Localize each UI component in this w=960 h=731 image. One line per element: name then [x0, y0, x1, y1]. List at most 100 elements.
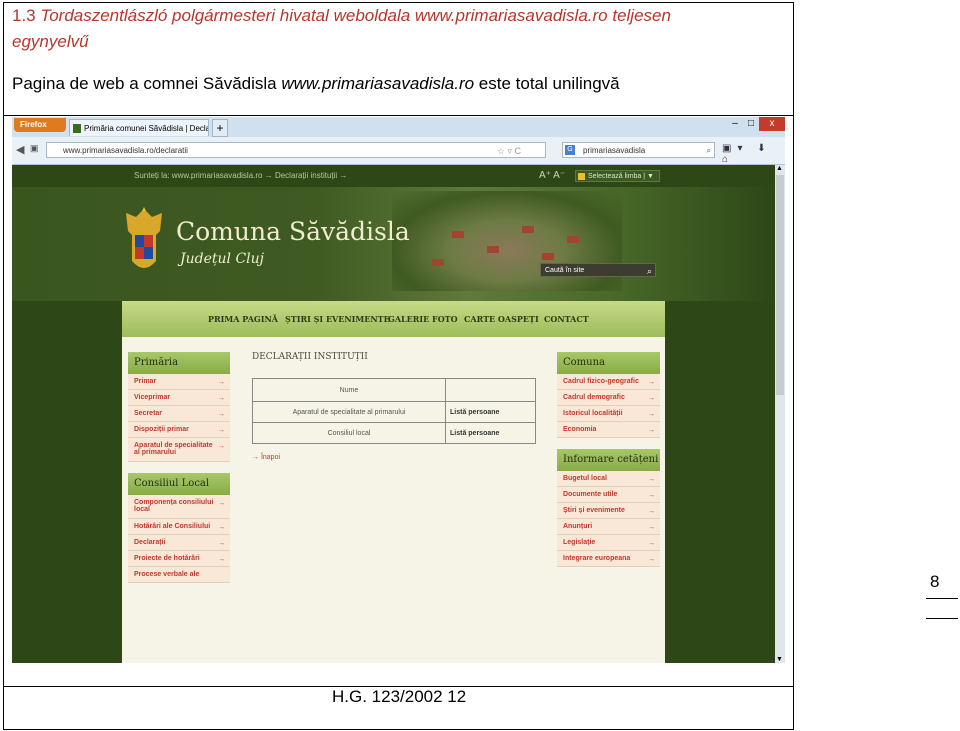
table-link[interactable]: Listă persoane: [445, 401, 536, 423]
reload-icon[interactable]: ☆ ▿ C: [497, 143, 521, 159]
menu-item-news[interactable]: ȘTIRI ȘI EVENIMENTE: [285, 314, 390, 324]
sidebar-link[interactable]: Cadrul fizico-geografic →: [557, 374, 660, 390]
toolbar-icons[interactable]: ▣▾ ⬇ ⌂: [722, 143, 785, 165]
nav-toolbar: ◀ ▣ www.primariasavadisla.ro/declaratii ☆…: [12, 137, 785, 165]
arrow-right-icon: →: [218, 395, 225, 402]
scroll-up-icon[interactable]: ▲: [776, 165, 783, 172]
sidebar-link[interactable]: Proiecte de hotărâri →: [128, 551, 230, 567]
roof-shape: [487, 246, 499, 253]
browser-tab[interactable]: Primăria comunei Săvădisla | Declarații …: [69, 119, 209, 136]
sidebar-heading: Comuna: [557, 352, 660, 374]
arrow-right-icon: →: [218, 427, 225, 434]
address-bar[interactable]: www.primariasavadisla.ro/declaratii ☆ ▿ C: [46, 142, 546, 158]
sidebar-link-label: Știri și evenimente: [563, 507, 625, 514]
main-menu: PRIMA PAGINĂ ȘTIRI ȘI EVENIMENTE GALERIE…: [122, 301, 665, 337]
section-heading: 1.3 Tordaszentlászló polgármesteri hivat…: [12, 6, 671, 26]
sidebar-link[interactable]: Cadrul demografic →: [557, 390, 660, 406]
arrow-right-icon: →: [218, 500, 225, 507]
font-size-controls[interactable]: A⁺ A⁻: [539, 165, 565, 187]
sidebar-link[interactable]: Secretar →: [128, 406, 230, 422]
sidebar-link[interactable]: Dispoziții primar →: [128, 422, 230, 438]
scroll-thumb[interactable]: [776, 175, 784, 395]
arrow-right-icon: →: [218, 524, 225, 531]
arrow-right-icon: →: [218, 556, 225, 563]
coat-of-arms-icon: [126, 207, 162, 268]
new-tab-button[interactable]: +: [212, 119, 228, 137]
favicon-icon: [73, 124, 81, 133]
sidebar-link[interactable]: Legislație →: [557, 535, 660, 551]
sidebar-heading: Primăria: [128, 352, 230, 374]
back-arrow-icon[interactable]: ◀: [16, 143, 24, 156]
roof-shape: [432, 259, 444, 266]
arrow-right-icon: →: [648, 540, 655, 547]
sidebar-link[interactable]: Viceprimar →: [128, 390, 230, 406]
search-icon[interactable]: ⌕: [707, 143, 711, 159]
arrow-right-icon: →: [648, 476, 655, 483]
sidebar-link[interactable]: Componența consiliului local →: [128, 495, 230, 519]
sidebar-box-comuna: Comuna Cadrul fizico-geografic → Cadrul d…: [557, 352, 660, 438]
table-row: Aparatul de specialitate al primarului Li…: [252, 401, 536, 423]
right-sidebar: Comuna Cadrul fizico-geografic → Cadrul d…: [557, 352, 660, 578]
arrow-right-icon: →: [218, 379, 225, 386]
arrow-right-icon: →: [648, 556, 655, 563]
table-header: Nume: [252, 378, 446, 402]
sidebar-link[interactable]: Istoricul localității →: [557, 406, 660, 422]
arrow-right-icon: →: [648, 411, 655, 418]
sidebar-link[interactable]: Hotărâri ale Consiliului →: [128, 519, 230, 535]
sidebar-link-label: Primar: [134, 378, 157, 385]
site-topbar: Sunteți la: www.primariasavadisla.ro → D…: [12, 165, 775, 187]
site-search-placeholder: Caută în site: [545, 267, 585, 274]
table-cell: Consiliul local: [252, 422, 446, 444]
search-box[interactable]: Gprimariasavadisla ⌕: [562, 142, 715, 158]
arrow-right-icon: →: [252, 454, 261, 461]
close-window-button[interactable]: x: [759, 117, 785, 131]
sidebar-link[interactable]: Știri și evenimente →: [557, 503, 660, 519]
section-title: Tordaszentlászló polgármesteri hivatal w…: [40, 6, 671, 25]
table-link[interactable]: Listă persoane: [445, 422, 536, 444]
site-content: PRIMA PAGINĂ ȘTIRI ȘI EVENIMENTE GALERIE…: [122, 301, 665, 663]
window-controls: – □ x: [727, 117, 785, 133]
vertical-scrollbar[interactable]: ▲ ▼: [775, 165, 785, 663]
home-icon[interactable]: ▣: [30, 143, 39, 154]
breadcrumb[interactable]: Sunteți la: www.primariasavadisla.ro → D…: [134, 165, 347, 187]
menu-item-guestbook[interactable]: CARTE OASPEȚI: [464, 314, 539, 324]
romanian-line: Pagina de web a comnei Săvădisla www.pri…: [12, 74, 620, 94]
site-subtitle: Județul Cluj: [180, 251, 264, 267]
sidebar-heading: Consiliul Local: [128, 473, 230, 495]
sidebar-link-label: Bugetul local: [563, 475, 607, 482]
website: Sunteți la: www.primariasavadisla.ro → D…: [12, 165, 775, 663]
language-select[interactable]: Selectează limba | ▼: [575, 170, 660, 182]
sidebar-link-label: Declarații: [134, 539, 166, 546]
main-content: DECLARAȚII INSTITUȚII Nume Aparatul de s…: [252, 352, 552, 461]
menu-item-gallery[interactable]: GALERIE FOTO: [388, 314, 458, 324]
sidebar-link[interactable]: Integrare europeana →: [557, 551, 660, 567]
sidebar-link[interactable]: Declarații →: [128, 535, 230, 551]
sidebar-link[interactable]: Anunțuri →: [557, 519, 660, 535]
sidebar-link-label: Procese verbale ale: [134, 571, 200, 578]
roof-shape: [542, 253, 554, 260]
sidebar-link[interactable]: Primar →: [128, 374, 230, 390]
sidebar-link-label: Cadrul fizico-geografic: [563, 378, 639, 385]
firefox-menu-button[interactable]: Firefox: [14, 118, 66, 132]
sidebar-link[interactable]: Economia →: [557, 422, 660, 438]
minimize-button[interactable]: –: [727, 117, 743, 131]
sidebar-link[interactable]: Documente utile →: [557, 487, 660, 503]
sidebar-link[interactable]: Aparatul de specialitate al primarului →: [128, 438, 230, 462]
search-icon[interactable]: ⌕: [647, 264, 652, 278]
section-title-cont: egynyelvű: [12, 32, 89, 51]
sidebar-link-label: Secretar: [134, 410, 163, 417]
sidebar-link[interactable]: Bugetul local →: [557, 471, 660, 487]
roof-shape: [567, 236, 579, 243]
search-value: primariasavadisla: [583, 146, 646, 155]
romanian-suffix: este total unilingvă: [474, 74, 620, 93]
sidebar-link[interactable]: Procese verbale ale: [128, 567, 230, 583]
tab-title: Primăria comunei Săvădisla | Declarații …: [84, 124, 209, 133]
arrow-right-icon: →: [218, 540, 225, 547]
sidebar-link-label: Economia: [563, 426, 597, 433]
menu-item-home[interactable]: PRIMA PAGINĂ: [208, 314, 278, 324]
maximize-button[interactable]: □: [743, 117, 759, 131]
back-link[interactable]: → Înapoi: [252, 454, 552, 461]
scroll-down-icon[interactable]: ▼: [776, 656, 783, 663]
menu-item-contact[interactable]: CONTACT: [544, 314, 589, 324]
site-search-input[interactable]: Caută în site ⌕: [540, 263, 656, 277]
